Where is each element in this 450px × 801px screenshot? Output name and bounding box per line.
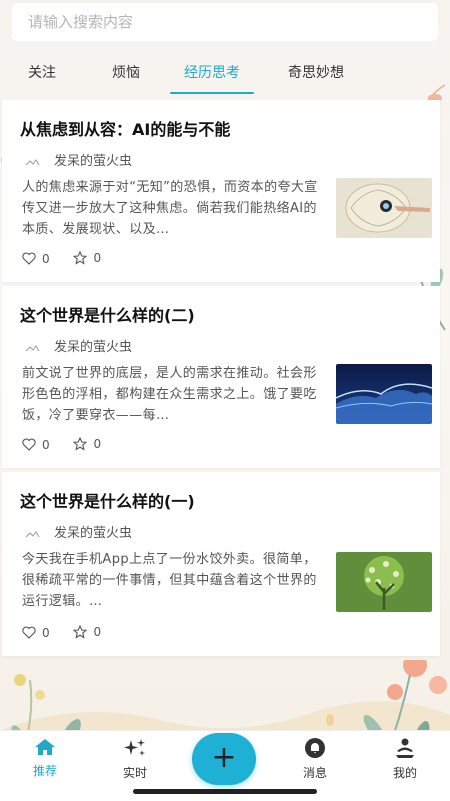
tab-experience[interactable]: 经历思考 <box>170 54 254 94</box>
favorite-count: 0 <box>93 251 102 265</box>
star-icon <box>73 625 88 639</box>
article-excerpt: 前文说了世界的底层，是人的需求在推动。社会形形色色的浮相，都构建在众生需求之上。… <box>22 366 317 423</box>
avatar <box>25 158 40 165</box>
article-actions: 0 0 <box>22 251 121 268</box>
nav-messages[interactable]: 消息 <box>280 737 350 781</box>
article-title[interactable]: 从焦虑到从容：AI的能与不能 <box>20 116 230 140</box>
category-tabs: 关注 烦恼 经历思考 奇思妙想 <box>0 54 450 96</box>
nav-label: 实时 <box>122 766 147 780</box>
article-actions: 0 0 <box>22 625 121 642</box>
heart-icon <box>22 252 36 265</box>
tab-worries[interactable]: 烦恼 <box>106 54 146 94</box>
author-name: 发呆的萤火虫 <box>54 526 133 541</box>
like-count: 0 <box>42 251 50 266</box>
sparkle-icon <box>124 739 145 756</box>
star-icon <box>73 437 88 451</box>
avatar <box>25 530 40 537</box>
favorite-count: 0 <box>93 437 102 451</box>
nav-label: 推荐 <box>32 764 57 778</box>
like-button[interactable]: 0 <box>22 438 50 452</box>
author-row[interactable]: 发呆的萤火虫 <box>22 336 132 355</box>
brain-circuit-image[interactable] <box>336 178 432 238</box>
article-card[interactable]: 这个世界是什么样的(二) 发呆的萤火虫 前文说了世界的底层，是人的需求在推动。社… <box>2 286 440 468</box>
tab-follow[interactable]: 关注 <box>22 54 62 94</box>
article-card[interactable]: 这个世界是什么样的(一) 发呆的萤火虫 今天我在手机App上点了一份水饺外卖。很… <box>2 472 440 656</box>
like-button[interactable]: 0 <box>22 626 50 640</box>
article-excerpt: 人的焦虑来源于对“无知”的恐惧，而资本的夸大宣传又进一步放大了这种焦虑。倘若我们… <box>22 180 318 237</box>
favorite-button[interactable]: 0 <box>73 625 101 639</box>
search-bar <box>0 0 450 48</box>
article-title[interactable]: 这个世界是什么样的(二) <box>20 302 195 326</box>
like-button[interactable]: 0 <box>22 252 50 266</box>
heart-icon <box>22 438 36 451</box>
like-count: 0 <box>42 437 50 452</box>
favorite-button[interactable]: 0 <box>73 251 101 265</box>
nav-profile[interactable]: 我的 <box>370 737 440 781</box>
nav-label: 我的 <box>392 766 417 780</box>
bell-icon <box>305 738 325 758</box>
author-row[interactable]: 发呆的萤火虫 <box>22 522 132 541</box>
article-title[interactable]: 这个世界是什么样的(一) <box>20 488 195 512</box>
favorite-button[interactable]: 0 <box>73 437 101 451</box>
favorite-count: 0 <box>93 625 102 639</box>
nav-label: 消息 <box>302 766 327 780</box>
like-count: 0 <box>42 625 50 640</box>
home-icon <box>35 739 55 755</box>
nav-realtime[interactable]: 实时 <box>100 737 170 781</box>
article-excerpt: 今天我在手机App上点了一份水饺外卖。很简单，很稀疏平常的一件事情，但其中蕴含着… <box>22 552 317 609</box>
article-actions: 0 0 <box>22 437 121 454</box>
blue-wave-image[interactable] <box>336 364 432 424</box>
star-icon <box>73 251 88 265</box>
author-name: 发呆的萤火虫 <box>54 340 133 355</box>
article-card[interactable]: 从焦虑到从容：AI的能与不能 发呆的萤火虫 人的焦虑来源于对“无知”的恐惧，而资… <box>2 100 440 282</box>
author-name: 发呆的萤火虫 <box>54 154 133 169</box>
tree-image[interactable] <box>336 552 432 612</box>
user-icon <box>396 738 414 758</box>
home-indicator[interactable] <box>133 789 317 794</box>
avatar <box>25 344 40 351</box>
author-row[interactable]: 发呆的萤火虫 <box>22 150 132 169</box>
tab-ideas[interactable]: 奇思妙想 <box>280 54 352 94</box>
create-post-button[interactable]: + <box>192 733 256 785</box>
nav-recommend[interactable]: 推荐 <box>10 737 80 779</box>
search-input[interactable] <box>12 3 438 41</box>
plus-icon: + <box>211 740 237 775</box>
heart-icon <box>22 626 36 639</box>
